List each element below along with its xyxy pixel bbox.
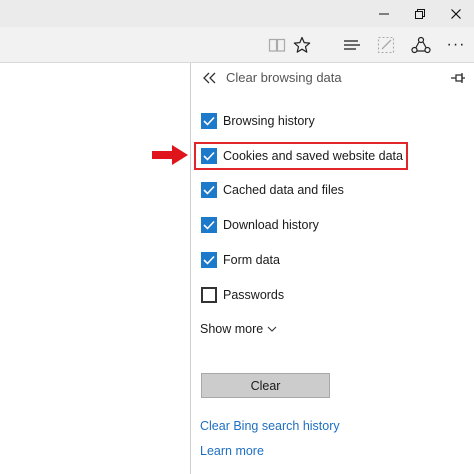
option-label: Cookies and saved website data [223,149,403,163]
checkbox-checked[interactable] [201,252,217,268]
reading-view-icon [268,38,286,52]
browser-window: ··· Clear browsing data Browsing history… [0,0,474,474]
option-cached-data[interactable]: Cached data and files [201,179,344,201]
clear-bing-history-link[interactable]: Clear Bing search history [200,419,340,433]
title-bar [0,0,474,27]
close-button[interactable] [438,0,474,27]
restore-icon [415,8,425,19]
hub-button[interactable] [337,27,367,62]
web-note-button[interactable] [371,27,401,62]
more-icon: ··· [446,35,466,53]
checkbox-checked[interactable] [201,182,217,198]
clear-browsing-data-panel: Clear browsing data Browsing history Coo… [190,63,474,474]
show-more-toggle[interactable]: Show more [200,322,277,336]
panel-header: Clear browsing data [191,63,474,95]
more-button[interactable]: ··· [441,27,471,62]
clear-button[interactable]: Clear [201,373,330,398]
browser-toolbar: ··· [0,27,474,63]
checkmark-icon [203,255,215,265]
restore-button[interactable] [402,0,438,27]
red-arrow-annotation [152,145,188,165]
show-more-label: Show more [200,322,264,336]
favorite-star-icon [293,36,311,53]
checkmark-icon [203,220,215,230]
option-label: Passwords [223,288,285,302]
chevron-down-icon [267,326,277,333]
page-content [0,63,190,474]
hub-icon [344,39,360,50]
back-chevron-icon[interactable] [201,67,219,89]
option-cookies[interactable]: Cookies and saved website data [201,145,403,167]
share-icon [411,36,431,53]
option-label: Form data [223,253,280,267]
checkmark-icon [203,185,215,195]
option-label: Cached data and files [223,183,344,197]
checkbox-checked[interactable] [201,217,217,233]
checkmark-icon [203,116,215,126]
web-note-icon [377,36,395,53]
panel-title: Clear browsing data [226,70,342,85]
checkbox-unchecked[interactable] [201,287,217,303]
option-passwords[interactable]: Passwords [201,284,284,306]
minimize-button[interactable] [366,0,402,27]
checkbox-checked[interactable] [201,113,217,129]
learn-more-link[interactable]: Learn more [200,444,264,458]
pin-icon[interactable] [449,69,467,87]
option-form-data[interactable]: Form data [201,249,280,271]
checkbox-checked[interactable] [201,148,217,164]
close-icon [451,8,461,19]
option-download-history[interactable]: Download history [201,214,319,236]
option-browsing-history[interactable]: Browsing history [201,110,315,132]
share-button[interactable] [406,27,436,62]
favorite-button[interactable] [287,27,317,62]
option-label: Download history [223,218,319,232]
option-label: Browsing history [223,114,315,128]
minimize-icon [379,13,389,14]
checkmark-icon [203,151,215,161]
